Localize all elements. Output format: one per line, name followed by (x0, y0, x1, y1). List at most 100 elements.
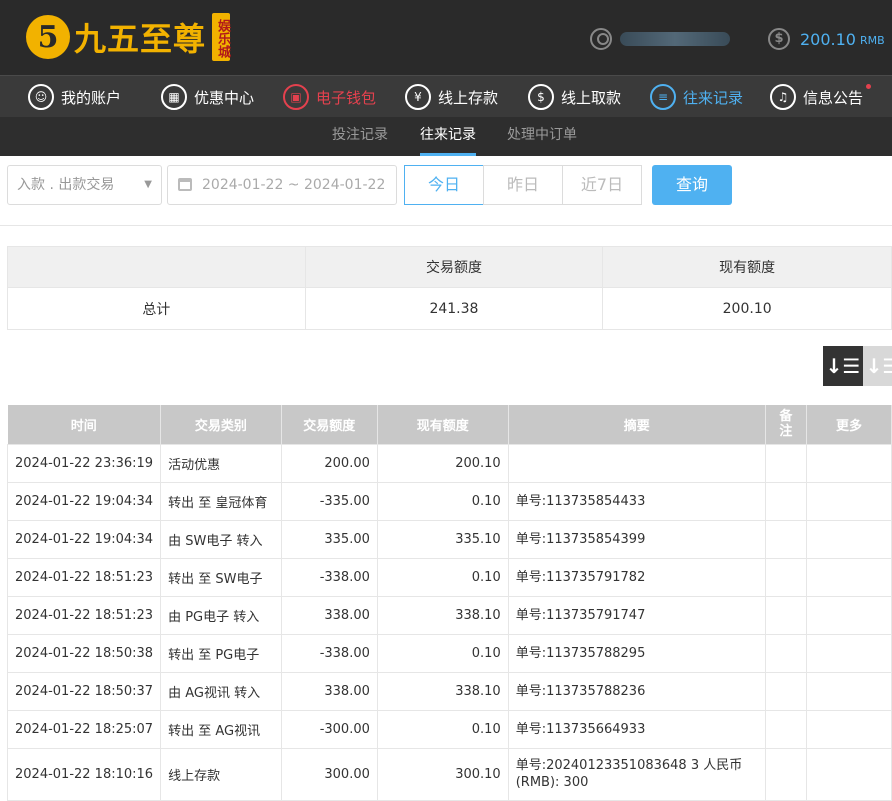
nav-label: 线上取款 (561, 88, 622, 107)
column-header-note[interactable]: 备注 (765, 405, 808, 444)
nav-label: 我的账户 (61, 88, 122, 107)
balance-currency: RMB (859, 34, 885, 47)
tab-pending-orders[interactable]: 处理中订单 (507, 117, 577, 156)
cell-memo: 单号:113735854433 (507, 481, 766, 521)
tab-bet-records[interactable]: 投注记录 (332, 117, 388, 156)
date-range-input[interactable]: 2024-01-22 ~ 2024-01-22 (167, 165, 397, 205)
bell-icon: ♫ (770, 84, 796, 110)
cell-memo: 单号:113735664933 (507, 709, 766, 749)
nav-online-deposit[interactable]: ¥ 线上存款 (405, 76, 498, 118)
deposit-icon: ¥ (405, 84, 431, 110)
column-header-time[interactable]: 时间 (7, 405, 162, 444)
sort-desc-icon[interactable]: ↓☰ (823, 346, 863, 386)
yesterday-button[interactable]: 昨日 (483, 165, 563, 205)
cell-amount: -335.00 (280, 481, 378, 521)
cell-type: 转出 至 PG电子 (160, 633, 282, 673)
last-7-days-button[interactable]: 近7日 (562, 165, 642, 205)
column-header-more[interactable]: 更多 (806, 405, 892, 444)
cell-note (764, 747, 808, 801)
tab-transaction-records[interactable]: 往来记录 (420, 117, 476, 156)
cell-more (806, 519, 892, 559)
summary-header-row: 交易额度 现有额度 (7, 246, 892, 288)
cell-memo: 单号:113735788295 (507, 633, 766, 673)
select-value: 入款 . 出款交易 (17, 177, 115, 193)
cell-amount: -300.00 (280, 709, 378, 749)
query-button[interactable]: 查询 (652, 165, 732, 205)
cell-memo: 单号:20240123351083648 3 人民币(RMB): 300 (507, 747, 766, 801)
sort-controls: ↓☰ ↓☰ (823, 346, 892, 386)
table-row[interactable]: 2024-01-22 18:50:38 转出 至 PG电子 -338.00 0.10 单… (6, 633, 892, 673)
nav-my-account[interactable]: ☺ 我的账户 (28, 76, 121, 118)
wallet-icon: ▣ (283, 84, 309, 110)
nav-announcements[interactable]: ♫ 信息公告 (770, 76, 872, 118)
cell-time: 2024-01-22 23:36:19 (6, 443, 162, 483)
transaction-type-select[interactable]: 入款 . 出款交易 ▼ (7, 165, 162, 205)
cell-amount: 338.00 (280, 671, 378, 711)
main-nav: ☺ 我的账户 ▦ 优惠中心 ▣ 电子钱包 ¥ 线上存款 $ 线上取款 ≡ 往来记… (0, 75, 892, 117)
column-header-amount[interactable]: 交易额度 (281, 405, 378, 444)
cell-type: 由 PG电子 转入 (160, 595, 282, 635)
user-info[interactable] (590, 25, 730, 53)
table-row[interactable]: 2024-01-22 19:04:34 转出 至 皇冠体育 -335.00 0.10 单… (6, 481, 892, 521)
notification-dot (866, 84, 872, 89)
date-range-value: 2024-01-22 ~ 2024-01-22 (202, 177, 386, 193)
records-table: 时间 交易类别 交易额度 现有额度 摘要 备注 更多 2024-01-22 23… (6, 405, 892, 801)
table-row[interactable]: 2024-01-22 18:51:23 由 PG电子 转入 338.00 338.10… (6, 595, 892, 635)
summary-table: 交易额度 现有额度 总计 241.38 200.10 (7, 246, 892, 330)
cell-time: 2024-01-22 19:04:34 (6, 481, 162, 521)
cell-time: 2024-01-22 18:10:16 (6, 747, 162, 801)
cell-type: 活动优惠 (160, 443, 282, 483)
cell-time: 2024-01-22 18:25:07 (6, 709, 162, 749)
nav-label: 电子钱包 (316, 88, 377, 107)
summary-header-cell: 交易额度 (304, 246, 604, 288)
sort-asc-icon[interactable]: ↓☰ (863, 346, 892, 386)
nav-label: 线上存款 (438, 88, 499, 107)
cell-more (806, 443, 892, 483)
nav-promotions[interactable]: ▦ 优惠中心 (161, 76, 254, 118)
nav-label: 信息公告 (803, 88, 864, 107)
nav-online-withdraw[interactable]: $ 线上取款 (528, 76, 621, 118)
table-row[interactable]: 2024-01-22 18:50:37 由 AG视讯 转入 338.00 338.10… (6, 671, 892, 711)
column-header-memo[interactable]: 摘要 (508, 405, 766, 444)
table-row[interactable]: 2024-01-22 19:04:34 由 SW电子 转入 335.00 335.10… (6, 519, 892, 559)
cell-time: 2024-01-22 18:51:23 (6, 595, 162, 635)
withdraw-icon: $ (528, 84, 554, 110)
cell-balance: 335.10 (376, 519, 509, 559)
summary-cell: 200.10 (602, 287, 892, 330)
top-bar: 5 九五至尊 娱乐城 $ 200.10 RMB (0, 0, 892, 75)
cell-type: 转出 至 SW电子 (160, 557, 282, 597)
cell-more (806, 595, 892, 635)
brand-name: 九五至尊 (74, 20, 207, 58)
cell-amount: -338.00 (280, 557, 378, 597)
nav-wallet[interactable]: ▣ 电子钱包 (283, 76, 376, 118)
cell-type: 线上存款 (160, 747, 282, 801)
brand-logo[interactable]: 5 九五至尊 娱乐城 (26, 10, 231, 64)
column-header-balance[interactable]: 现有额度 (377, 405, 509, 444)
records-body: 2024-01-22 23:36:19 活动优惠 200.00 200.10 2024-… (6, 443, 892, 801)
cell-more (806, 709, 892, 749)
cell-amount: -338.00 (280, 633, 378, 673)
cell-more (806, 481, 892, 521)
cell-time: 2024-01-22 18:50:37 (6, 671, 162, 711)
cell-more (806, 633, 892, 673)
username-redacted (620, 32, 730, 46)
table-row[interactable]: 2024-01-22 18:10:16 线上存款 300.00 300.10 单号:20… (6, 747, 892, 801)
cell-memo (507, 443, 766, 483)
column-header-type[interactable]: 交易类别 (160, 405, 282, 444)
balance-display[interactable]: $ 200.10 RMB (768, 25, 885, 53)
cell-amount: 200.00 (280, 443, 378, 483)
user-circle-icon: ☺ (28, 84, 54, 110)
summary-header-cell: 现有额度 (602, 246, 892, 288)
summary-total-row: 总计 241.38 200.10 (7, 287, 892, 330)
nav-records[interactable]: ≡ 往来记录 (650, 76, 743, 118)
cell-memo: 单号:113735791747 (507, 595, 766, 635)
table-row[interactable]: 2024-01-22 23:36:19 活动优惠 200.00 200.10 (6, 443, 892, 483)
user-avatar-icon (590, 28, 612, 50)
cell-time: 2024-01-22 19:04:34 (6, 519, 162, 559)
balance-value: 200.10 (800, 29, 856, 49)
cell-note (764, 671, 808, 711)
cell-note (764, 709, 808, 749)
today-button[interactable]: 今日 (404, 165, 484, 205)
table-row[interactable]: 2024-01-22 18:25:07 转出 至 AG视讯 -300.00 0.10 单… (6, 709, 892, 749)
table-row[interactable]: 2024-01-22 18:51:23 转出 至 SW电子 -338.00 0.10 单… (6, 557, 892, 597)
